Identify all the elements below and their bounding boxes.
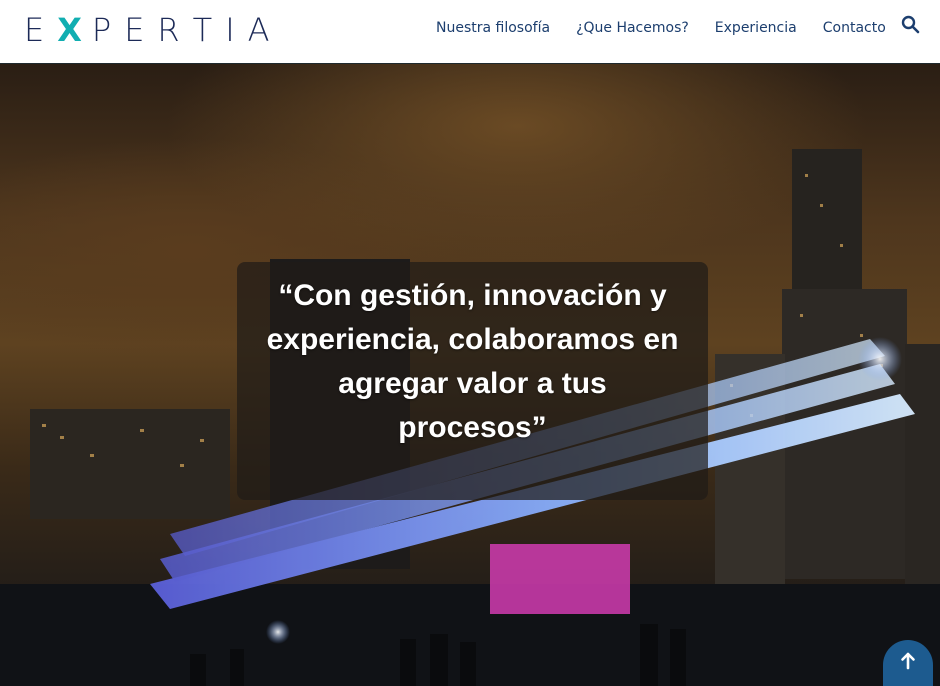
brand-logo[interactable]: E X P E R T I A [24,10,283,50]
logo-letter: E [24,11,58,49]
logo-letter: T [192,11,226,49]
logo-letter: P [91,11,125,49]
hero-banner: “Con gestión, innovación y experiencia, … [0,64,940,686]
back-to-top-button[interactable] [883,640,933,686]
nav-item-que-hacemos[interactable]: ¿Que Hacemos? [576,20,689,36]
logo-letter: E [124,11,158,49]
logo-letter: A [247,11,283,49]
logo-letter-accent: X [57,11,92,49]
nav-item-filosofia[interactable]: Nuestra filosofía [436,20,550,36]
quote-card: “Con gestión, innovación y experiencia, … [237,262,708,500]
hero-quote: “Con gestión, innovación y experiencia, … [266,279,679,444]
site-header: E X P E R T I A Nuestra filosofía ¿Que H… [0,0,940,64]
arrow-up-icon [901,652,915,670]
logo-letter: R [157,11,193,49]
nav-item-contacto[interactable]: Contacto [823,20,886,36]
search-icon[interactable] [900,14,922,36]
logo-letter: I [225,11,248,49]
main-nav: Nuestra filosofía ¿Que Hacemos? Experien… [436,20,912,36]
nav-item-experiencia[interactable]: Experiencia [715,20,797,36]
